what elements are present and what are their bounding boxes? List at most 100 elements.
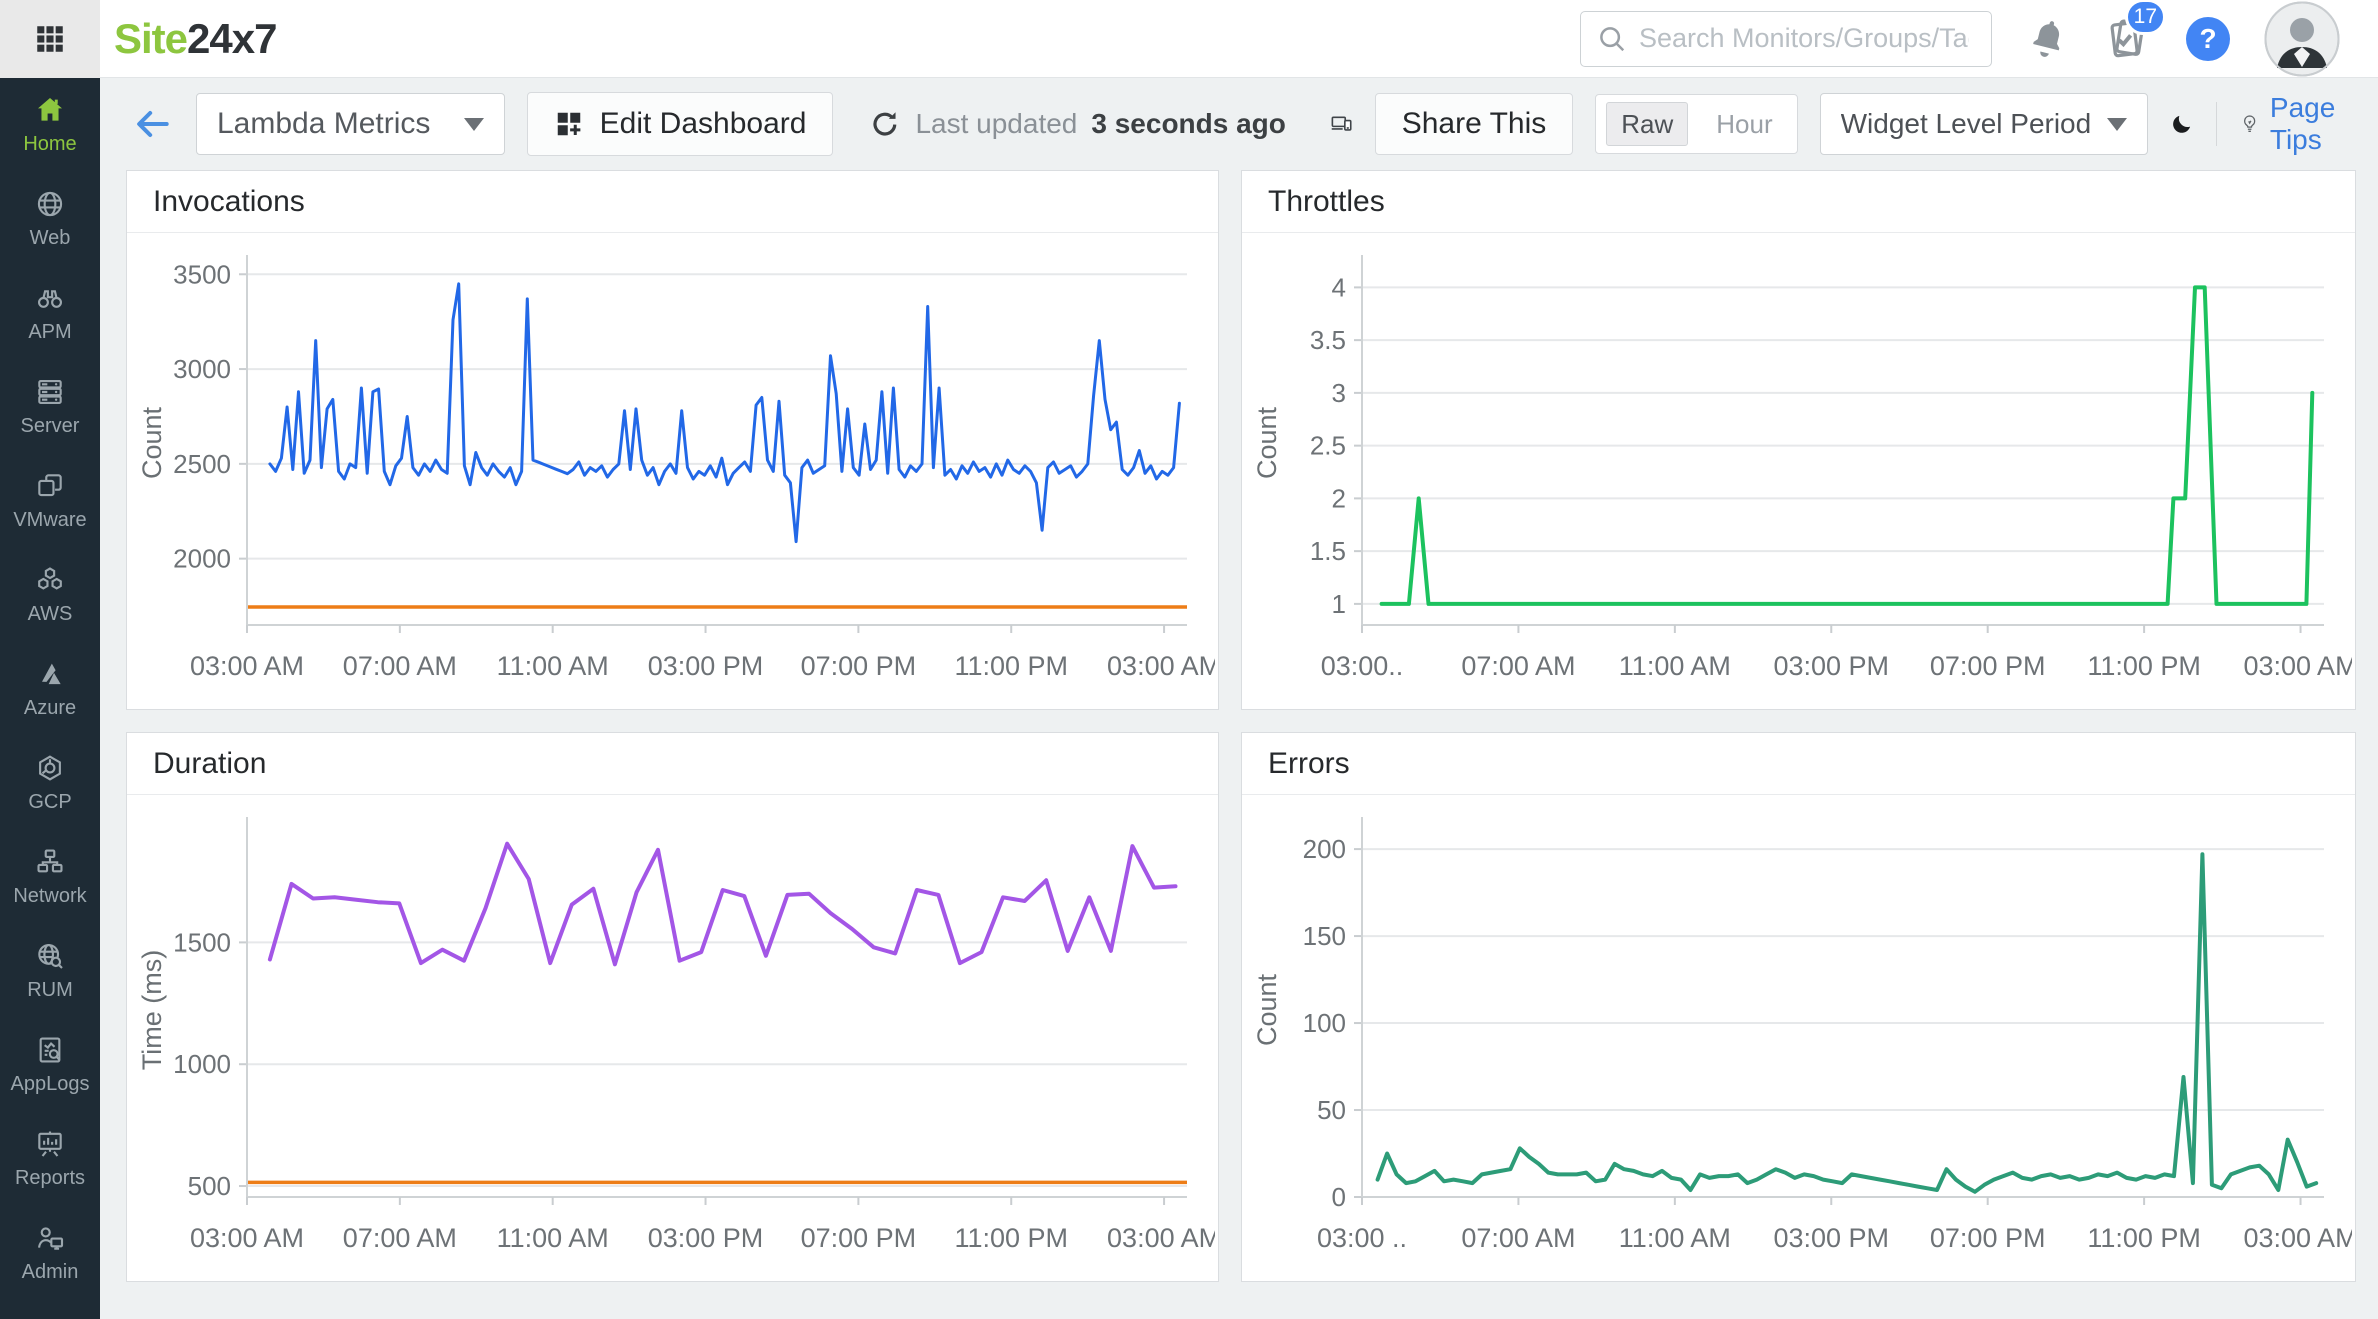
edit-dashboard-button[interactable]: Edit Dashboard [526, 92, 834, 156]
svg-text:500: 500 [188, 1171, 231, 1201]
hour-label: Hour [1716, 108, 1773, 139]
page-tips-label: Page Tips [2269, 92, 2336, 155]
help-icon: ? [2186, 16, 2230, 61]
svg-text:2000: 2000 [173, 544, 231, 574]
svg-text:07:00 AM: 07:00 AM [343, 1223, 457, 1253]
svg-text:11:00 AM: 11:00 AM [1619, 1223, 1731, 1253]
svg-text:07:00 AM: 07:00 AM [343, 651, 457, 681]
main-content: Lambda Metrics Edit Dashboard Last updat… [100, 78, 2378, 1319]
svg-text:11:00 AM: 11:00 AM [1619, 651, 1731, 681]
svg-text:Time (ms): Time (ms) [137, 950, 167, 1070]
server-icon [34, 376, 66, 408]
refresh-icon[interactable] [869, 108, 901, 140]
back-arrow-button[interactable] [130, 102, 174, 146]
widget-period-selector[interactable]: Widget Level Period [1819, 93, 2149, 155]
widget-period-value: Widget Level Period [1840, 108, 2092, 139]
sidebar-item-web[interactable]: Web [0, 172, 100, 266]
page-tips-button[interactable]: Page Tips [2239, 92, 2348, 156]
search-input[interactable] [1639, 23, 1969, 54]
sidebar-item-gcp[interactable]: GCP [0, 736, 100, 830]
svg-text:1: 1 [1332, 589, 1346, 619]
svg-text:150: 150 [1303, 921, 1346, 951]
app-grid-icon [37, 25, 63, 52]
sidebar-item-azure[interactable]: Azure [0, 642, 100, 736]
svg-text:03:00 ..: 03:00 .. [1317, 1223, 1407, 1253]
devices-view-icon[interactable] [1330, 102, 1353, 146]
user-avatar[interactable] [2264, 1, 2340, 77]
svg-text:07:00 AM: 07:00 AM [1461, 1223, 1575, 1253]
chart-throttles[interactable]: 4 3.5 3 2.5 2 1.5 1 03:00.. 07:00 AM 11:00 AM 03:0… [1242, 239, 2355, 705]
granularity-toggle: Raw Hour [1595, 94, 1798, 154]
svg-text:03:00 AM: 03:00 AM [1107, 651, 1215, 681]
chart-duration[interactable]: 1500 1000 500 03:00 AM 07:00 AM 11:00 AM 03:00… [127, 801, 1218, 1277]
azure-icon [34, 658, 66, 690]
sidebar-item-rum[interactable]: RUM [0, 924, 100, 1018]
svg-text:1.5: 1.5 [1310, 536, 1346, 566]
chart-card-throttles: Throttles 4 3.5 3 2.5 2 1.5 1 03:00.. 07:00 AM 11:… [1241, 170, 2356, 710]
aws-icon [34, 564, 66, 596]
svg-text:03:00 AM: 03:00 AM [2243, 1223, 2352, 1253]
bell-icon [2033, 20, 2060, 57]
svg-text:4: 4 [1332, 272, 1346, 302]
dashboard-selector[interactable]: Lambda Metrics [196, 93, 505, 155]
edit-dashboard-icon [557, 112, 581, 136]
chart-title-errors: Errors [1268, 746, 1350, 780]
svg-text:3500: 3500 [173, 259, 231, 289]
alerts-bell-button[interactable] [2026, 17, 2070, 61]
sidebar-item-admin[interactable]: Admin [0, 1206, 100, 1300]
granularity-raw-option[interactable]: Raw [1606, 102, 1689, 146]
svg-text:03:00 AM: 03:00 AM [190, 1223, 304, 1253]
edit-dashboard-label: Edit Dashboard [599, 107, 807, 140]
dark-mode-toggle[interactable] [2170, 101, 2194, 147]
svg-text:1500: 1500 [173, 927, 231, 957]
help-button[interactable]: ? [2186, 16, 2230, 61]
chart-title-invocations: Invocations [153, 184, 305, 218]
dashboard-selector-value: Lambda Metrics [217, 107, 431, 140]
apm-icon [34, 282, 66, 314]
svg-text:03:00 AM: 03:00 AM [2243, 651, 2352, 681]
chart-errors[interactable]: 200 150 100 50 0 03:00 .. 07:00 AM 11:00 AM 03:0… [1242, 801, 2355, 1277]
sidebar-item-label: Admin [21, 1261, 79, 1283]
svg-text:3: 3 [1332, 378, 1346, 408]
sidebar-item-label: GCP [28, 791, 72, 813]
svg-text:200: 200 [1303, 834, 1346, 864]
dashboard-toolbar: Lambda Metrics Edit Dashboard Last updat… [100, 78, 2378, 170]
svg-text:03:00 PM: 03:00 PM [648, 651, 764, 681]
sidebar-nav: Home Web APM Server VMware AWS Azure GCP Network… [0, 78, 100, 1319]
sidebar-item-home[interactable]: Home [0, 78, 100, 172]
svg-text:Count: Count [1252, 973, 1282, 1046]
reports-icon [34, 1128, 66, 1160]
last-updated-status: Last updated 3 seconds ago [869, 108, 1286, 140]
chart-invocations[interactable]: 3500 3000 2500 2000 03:00 AM 07:00 AM 11:00 AM… [127, 239, 1218, 705]
sidebar-item-network[interactable]: Network [0, 830, 100, 924]
notifications-button[interactable]: 17 [2104, 0, 2166, 63]
sidebar-item-vmware[interactable]: VMware [0, 454, 100, 548]
app-root: Site24x7 Search Monitors/Groups/Tags 17 … [0, 0, 2378, 1319]
vmware-icon [34, 470, 66, 502]
app-grid-button[interactable] [0, 0, 100, 78]
svg-text:100: 100 [1303, 1008, 1346, 1038]
applogs-icon [34, 1034, 66, 1066]
top-header: Site24x7 Search Monitors/Groups/Tags 17 … [0, 0, 2378, 78]
sidebar-item-label: Web [29, 227, 71, 249]
svg-text:11:00 PM: 11:00 PM [954, 651, 1068, 681]
svg-text:Count: Count [137, 406, 167, 479]
sidebar-item-server[interactable]: Server [0, 360, 100, 454]
granularity-hour-option[interactable]: Hour [1702, 102, 1786, 146]
sidebar-item-reports[interactable]: Reports [0, 1112, 100, 1206]
svg-text:07:00 AM: 07:00 AM [1461, 651, 1575, 681]
svg-text:03:00 AM: 03:00 AM [190, 651, 304, 681]
chart-card-errors: Errors 200 150 100 50 0 03:00 .. 07:00 AM 11:00 … [1241, 732, 2356, 1282]
sidebar-item-aws[interactable]: AWS [0, 548, 100, 642]
rum-icon [34, 940, 66, 972]
svg-text:11:00 AM: 11:00 AM [497, 1223, 609, 1253]
logo-site: Site [114, 14, 188, 62]
svg-text:03:00 PM: 03:00 PM [1773, 1223, 1889, 1253]
sidebar-item-apm[interactable]: APM [0, 266, 100, 360]
sidebar-item-applogs[interactable]: AppLogs [0, 1018, 100, 1112]
svg-text:11:00 PM: 11:00 PM [2087, 651, 2201, 681]
sidebar-item-label: Server [20, 415, 80, 437]
site24x7-logo: Site24x7 [114, 14, 277, 63]
share-this-button[interactable]: Share This [1374, 93, 1574, 155]
last-updated-prefix: Last updated [915, 108, 1078, 139]
